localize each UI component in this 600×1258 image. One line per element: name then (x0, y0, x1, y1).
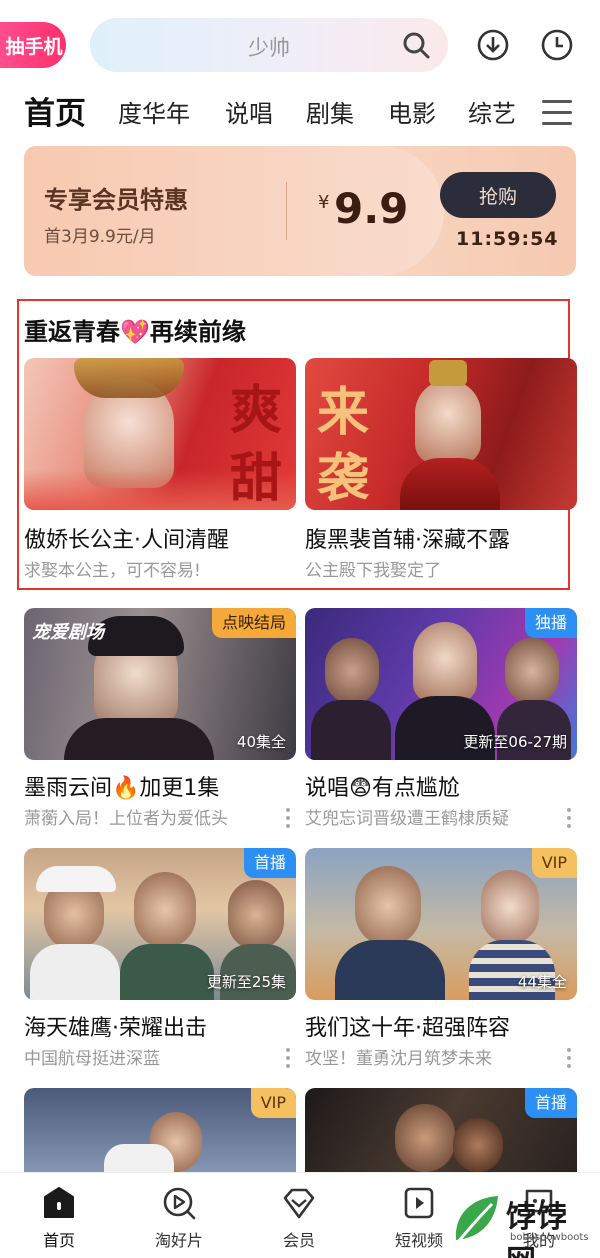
episode-count: 更新至06-27期 (463, 733, 567, 751)
search-icon[interactable] (402, 31, 430, 59)
video-thumbnail: 宠爱剧场 点映结局 40集全 (24, 608, 296, 760)
video-icon (404, 1187, 434, 1219)
more-icon[interactable] (567, 1048, 573, 1072)
tab-movies[interactable]: 电影 (388, 92, 436, 136)
brand-logo: 宠爱剧场 (32, 622, 104, 643)
poster-word: 爽 (230, 380, 283, 441)
card-subtitle: 中国航母挺进深蓝 (24, 1049, 160, 1069)
channel-tabs: 首页 度华年 说唱 剧集 电影 综艺 (0, 92, 600, 140)
feature-card[interactable]: 来 袭 腹黑裴首辅·深藏不露 公主殿下我娶定了 (305, 358, 577, 588)
nav-label: 会员 (282, 1231, 315, 1250)
banner-price: 9.9 (334, 184, 409, 233)
status-badge: VIP (531, 848, 577, 878)
promo-tag[interactable]: 抽手机 (0, 22, 66, 68)
card-title: 腹黑裴首辅·深藏不露 (305, 528, 510, 553)
card-title: 海天雄鹰·荣耀出击 (24, 1016, 207, 1041)
poster-word: 袭 (317, 448, 370, 509)
video-card[interactable]: 首播 更新至25集 海天雄鹰·荣耀出击 中国航母挺进深蓝 (24, 848, 296, 1074)
tab-rap[interactable]: 说唱 (225, 92, 273, 136)
card-subtitle: 攻坚！董勇沈月筑梦未来 (305, 1049, 492, 1069)
card-title: 说唱😨有点尴尬 (305, 776, 460, 801)
status-badge: VIP (250, 1088, 296, 1118)
more-icon[interactable] (286, 1048, 292, 1072)
nav-label: 首页 (42, 1231, 75, 1250)
buy-button[interactable]: 抢购 (440, 172, 556, 218)
search-placeholder: 少帅 (248, 36, 290, 60)
video-card[interactable]: VIP 44集全 我们这十年·超强阵容 攻坚！董勇沈月筑梦未来 (305, 848, 577, 1074)
nav-discover[interactable]: 淘好片 (134, 1185, 224, 1251)
nav-vip[interactable]: 会员 (254, 1185, 344, 1251)
search-bar[interactable]: 少帅 (90, 18, 448, 72)
menu-icon[interactable] (542, 100, 572, 128)
poster-thumbnail: 爽 甜 (24, 358, 296, 510)
feature-card[interactable]: 爽 甜 傲娇长公主·人间清醒 求娶本公主，可不容易! (24, 358, 296, 588)
card-title: 傲娇长公主·人间清醒 (24, 528, 229, 553)
play-circle-icon (163, 1187, 196, 1220)
leaf-logo-icon (455, 1196, 498, 1243)
card-subtitle: 求娶本公主，可不容易! (24, 561, 201, 581)
nav-label: 淘好片 (154, 1231, 203, 1250)
status-badge: 首播 (524, 1088, 577, 1118)
top-bar: 抽手机 少帅 (0, 0, 600, 92)
status-badge: 首播 (243, 848, 296, 878)
countdown-timer: 11:59:54 (456, 228, 559, 250)
episode-count: 44集全 (517, 973, 567, 991)
card-subtitle: 艾兜忘词晋级遭王鹤棣质疑 (305, 809, 509, 829)
site-watermark: 饽饽网 bobosnowboots (448, 1190, 598, 1258)
card-title: 我们这十年·超强阵容 (305, 1016, 510, 1041)
watermark-text: 饽饽网 (506, 1200, 568, 1258)
video-thumbnail: VIP (24, 1088, 296, 1172)
card-title: 墨雨云间🔥加更1集 (24, 776, 220, 801)
history-icon[interactable] (540, 28, 574, 62)
episode-count: 40集全 (236, 733, 286, 751)
tab-duhuanian[interactable]: 度华年 (118, 92, 190, 136)
video-thumbnail: 独播 更新至06-27期 (305, 608, 577, 760)
watermark-url: bobosnowboots (510, 1232, 589, 1243)
section-title: 重返青春💖再续前缘 (24, 318, 246, 346)
episode-count: 更新至25集 (206, 973, 286, 991)
tab-variety[interactable]: 综艺 (468, 92, 516, 136)
poster-thumbnail: 来 袭 (305, 358, 577, 510)
home-icon (44, 1187, 74, 1218)
download-icon[interactable] (476, 28, 510, 62)
nav-home[interactable]: 首页 (14, 1185, 104, 1251)
more-icon[interactable] (567, 808, 573, 832)
status-badge: 独播 (524, 608, 577, 638)
tab-home[interactable]: 首页 (24, 92, 86, 136)
poster-word: 来 (317, 382, 370, 443)
currency-symbol: ¥ (318, 192, 330, 213)
video-thumbnail: 首播 (305, 1088, 577, 1172)
banner-subtitle: 首3月9.9元/月 (44, 227, 156, 247)
tab-series[interactable]: 剧集 (306, 92, 354, 136)
card-subtitle: 公主殿下我娶定了 (305, 561, 441, 581)
video-card[interactable]: 独播 更新至06-27期 说唱😨有点尴尬 艾兜忘词晋级遭王鹤棣质疑 (305, 608, 577, 834)
video-card[interactable]: 首播 (305, 1088, 577, 1172)
video-card[interactable]: 宠爱剧场 点映结局 40集全 墨雨云间🔥加更1集 萧蘅入局！上位者为爱低头 (24, 608, 296, 834)
status-badge: 点映结局 (211, 608, 296, 638)
banner-title: 专享会员特惠 (44, 186, 188, 214)
poster-word: 甜 (230, 448, 283, 509)
membership-banner[interactable]: 专享会员特惠 首3月9.9元/月 ¥ 9.9 抢购 11:59:54 (24, 146, 576, 276)
video-thumbnail: VIP 44集全 (305, 848, 577, 1000)
diamond-icon (283, 1188, 315, 1219)
video-card[interactable]: VIP (24, 1088, 296, 1172)
more-icon[interactable] (286, 808, 292, 832)
card-subtitle: 萧蘅入局！上位者为爱低头 (24, 809, 228, 829)
video-thumbnail: 首播 更新至25集 (24, 848, 296, 1000)
